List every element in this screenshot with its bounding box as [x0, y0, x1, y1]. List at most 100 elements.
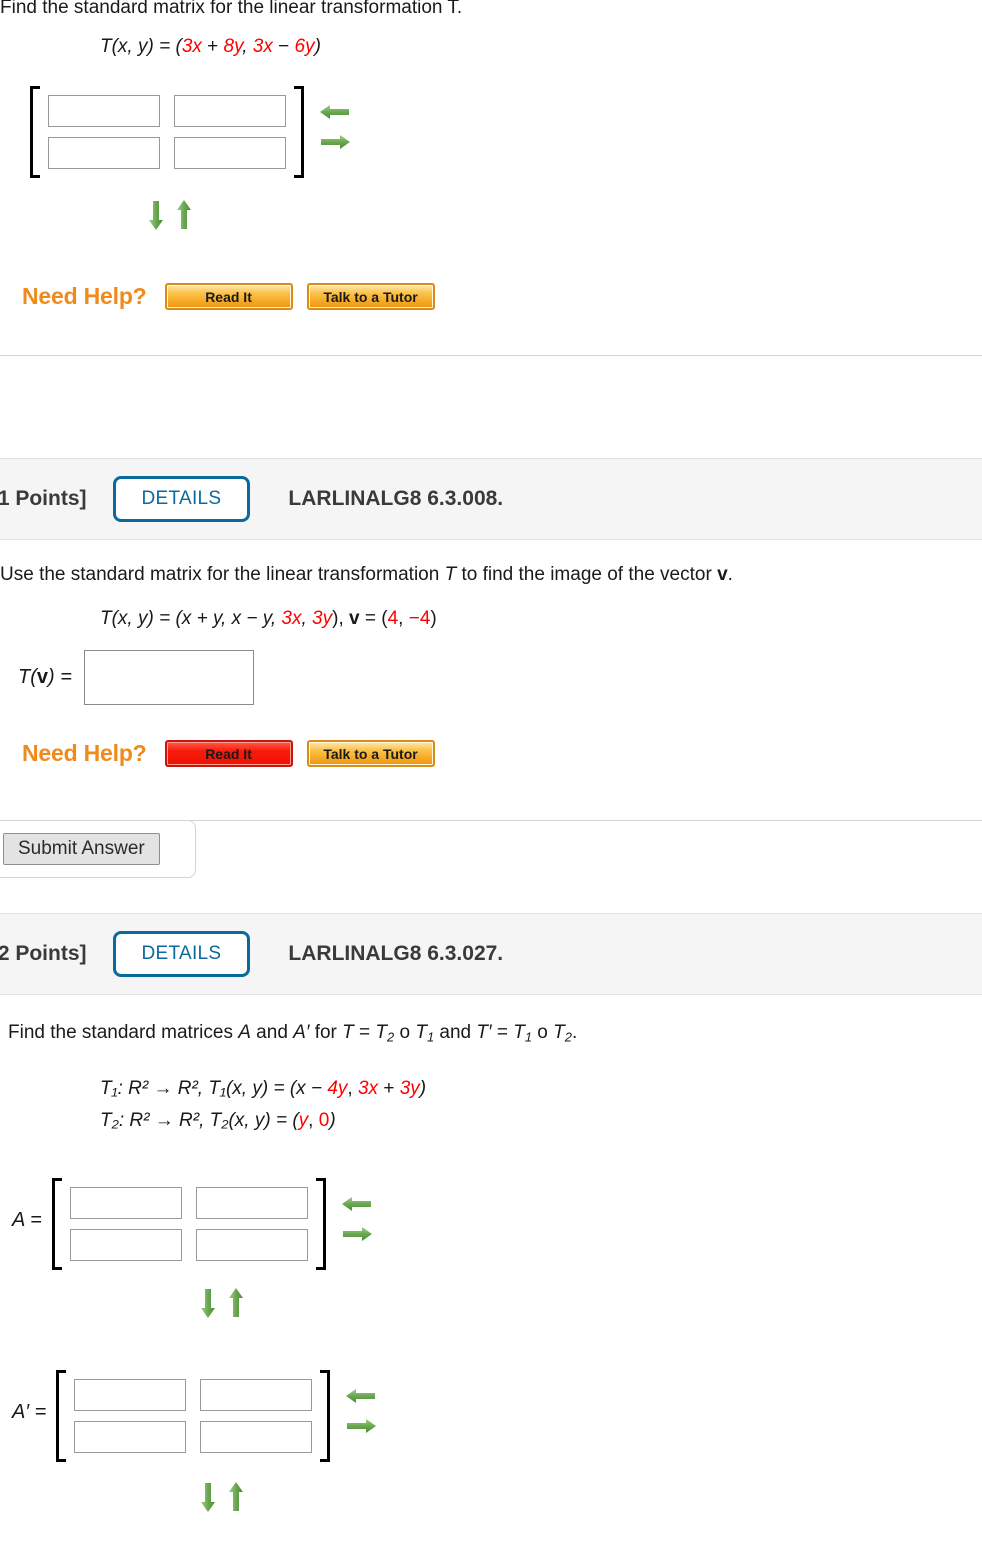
t2-prefix: T₂: R² → R², T₂(x, y) = ( — [100, 1110, 299, 1131]
talk-to-a-tutor-button[interactable]: Talk to a Tutor — [306, 283, 435, 310]
q3-prompt-g: . — [571, 1022, 578, 1043]
question3-prompt: Find the standard matrices A and A′ for … — [8, 1020, 577, 1051]
eq1-rhs: ) — [314, 36, 321, 57]
t2-c1: y — [298, 1110, 309, 1131]
eq1-op2: − — [272, 36, 295, 57]
matrix-aprime-label: A′ = — [12, 1401, 47, 1423]
eq2-lhs: T(x, y) = (x + y, x − y, — [100, 608, 282, 629]
eq1-lhs: T(x, y) = ( — [100, 36, 182, 57]
left-bracket-icon — [30, 86, 40, 178]
q3-prompt-T1b-sub: 1 — [524, 1029, 533, 1045]
question3-points: /2 Points] — [0, 942, 87, 965]
right-bracket-icon — [320, 1370, 331, 1462]
question3-header: /2 Points] DETAILS LARLINALG8 6.3.027. — [0, 913, 982, 995]
eq1-c2: 8y — [223, 36, 243, 57]
right-bracket-icon — [294, 86, 304, 178]
question2-details-button[interactable]: DETAILS — [112, 476, 251, 522]
q3-prompt-Tprime: T′ — [476, 1022, 492, 1043]
arrow-down-icon[interactable] — [200, 1482, 216, 1512]
arrow-down-icon[interactable] — [148, 200, 164, 230]
matrix-cell-r2c2[interactable] — [174, 137, 286, 169]
matrix-cells — [40, 86, 294, 178]
matrix-a-cell-r1c1[interactable] — [69, 1187, 182, 1219]
q2-prompt-v: v — [717, 564, 728, 585]
matrix-size-arrows-horizontal — [346, 1370, 377, 1434]
arrow-left-icon[interactable] — [320, 104, 350, 120]
arrow-up-icon[interactable] — [176, 200, 192, 230]
matrix-a-cell-r2c2[interactable] — [195, 1229, 308, 1261]
arrow-right-icon[interactable] — [320, 134, 350, 150]
eq2-vlabel: v — [349, 608, 360, 629]
arrow-right-icon[interactable] — [346, 1418, 377, 1434]
eq1-c1: 3x — [181, 36, 202, 57]
matrix-row — [69, 1187, 308, 1219]
matrix-aprime-cell-r1c1[interactable] — [74, 1379, 187, 1411]
need-help-label: Need Help? — [22, 740, 147, 766]
matrix-size-arrows-horizontal — [341, 1178, 372, 1242]
read-it-button[interactable]: Read It — [164, 283, 293, 310]
arrow-down-icon[interactable] — [200, 1288, 216, 1318]
question1-matrix — [30, 86, 350, 178]
read-it-button[interactable]: Read It — [164, 740, 293, 767]
eq2-v2: −4 — [408, 608, 431, 629]
q3-prompt-Aprime: A′ — [293, 1022, 310, 1043]
q3-prompt-T1b: T — [513, 1022, 525, 1043]
q3-prompt-T2b-sub: 2 — [564, 1029, 572, 1045]
arrow-up-icon[interactable] — [228, 1482, 244, 1512]
talk-to-a-tutor-button[interactable]: Talk to a Tutor — [306, 740, 435, 767]
matrix-cell-r1c1[interactable] — [48, 95, 160, 127]
arrow-left-icon[interactable] — [341, 1196, 372, 1212]
matrix-aprime-cell-r2c1[interactable] — [74, 1421, 187, 1453]
arrow-up-icon[interactable] — [228, 1288, 244, 1318]
eq2-mid: ), — [332, 608, 350, 629]
q3-prompt-e: and — [434, 1022, 477, 1043]
q3-prompt-T2b: T — [553, 1022, 565, 1043]
q2-prompt-t: T — [444, 564, 457, 585]
matrix-brackets — [56, 1370, 331, 1462]
q3-prompt-T: T — [342, 1022, 354, 1043]
arrow-left-icon[interactable] — [346, 1388, 376, 1404]
q2-prompt-c: . — [727, 564, 733, 585]
question3-t2-equation: T₂: R² → R², T₂(x, y) = (y, 0) — [100, 1106, 336, 1136]
question2-need-help: Need Help? Read It Talk to a Tutor — [22, 740, 449, 767]
q3-prompt-o2: o — [532, 1022, 554, 1043]
q2-prompt-a: Use the standard matrix for the linear t… — [0, 564, 445, 585]
matrix-cell-r2c1[interactable] — [48, 137, 160, 169]
matrix-row — [74, 1379, 313, 1411]
matrix-a-cell-r2c1[interactable] — [69, 1229, 182, 1261]
right-bracket-icon — [315, 1178, 326, 1270]
q3-prompt-d: = — [353, 1022, 376, 1043]
question3-t1-equation: T₁: R² → R², T₁(x, y) = (x − 4y, 3x + 3y… — [100, 1074, 426, 1104]
webassign-assignment-page: Find the standard matrix for the linear … — [0, 0, 982, 1551]
matrix-row — [74, 1421, 313, 1453]
q3-prompt-A: A — [238, 1022, 251, 1043]
question2-code: LARLINALG8 6.3.008. — [288, 487, 504, 510]
eq1-c4: 6y — [294, 36, 315, 57]
submit-answer-container: Submit Answer — [0, 820, 196, 878]
matrix-row — [69, 1229, 308, 1261]
t1-suffix: ) — [419, 1078, 427, 1099]
t1-prefix: T₁: R² → R², T₁(x, y) = (x − — [100, 1078, 328, 1099]
matrix-a-cell-r1c2[interactable] — [195, 1187, 308, 1219]
t1-mid: , — [347, 1078, 358, 1099]
matrix-aprime-cell-r2c2[interactable] — [200, 1421, 313, 1453]
submit-answer-button[interactable]: Submit Answer — [3, 833, 160, 865]
q2-prompt-b: to find the image of the vector — [456, 564, 718, 585]
question3-details-button[interactable]: DETAILS — [112, 931, 251, 977]
q3-prompt-a: Find the standard matrices — [8, 1022, 239, 1043]
arrow-right-icon[interactable] — [342, 1226, 372, 1242]
tv-answer-input[interactable] — [83, 650, 254, 705]
q3-prompt-T1: T — [415, 1022, 427, 1043]
section-divider — [0, 355, 982, 356]
matrix-cell-r1c2[interactable] — [174, 95, 286, 127]
t1-c1: 4y — [327, 1078, 348, 1099]
left-bracket-icon — [56, 1370, 67, 1462]
question2-answer-row: T(v) = — [18, 650, 254, 705]
matrix-brackets — [51, 1178, 326, 1270]
eq1-op1: + — [201, 36, 224, 57]
question3-code: LARLINALG8 6.3.027. — [288, 942, 504, 965]
question2-header: /1 Points] DETAILS LARLINALG8 6.3.008. — [0, 458, 982, 540]
matrix-aprime-cell-r1c2[interactable] — [200, 1379, 313, 1411]
t1-c2: 3x — [357, 1078, 379, 1099]
question3-matrix-aprime: A′ = — [12, 1370, 377, 1462]
